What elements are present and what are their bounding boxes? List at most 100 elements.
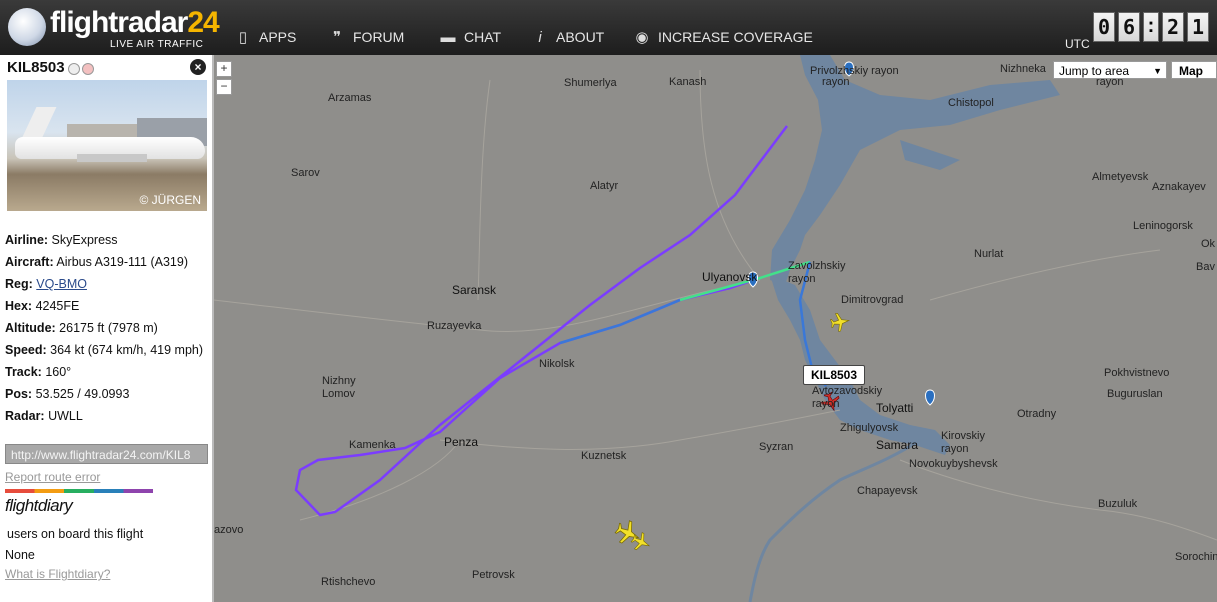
close-button[interactable]: ×	[190, 59, 206, 75]
city-label: Alatyr	[590, 180, 619, 192]
report-route-error-link[interactable]: Report route error	[5, 470, 100, 484]
flight-track-purple	[294, 125, 788, 517]
volga-river	[748, 438, 921, 602]
speed-row: Speed: 364 kt (674 km/h, 419 mph)	[5, 343, 204, 357]
city-label: Petrovsk	[472, 569, 515, 581]
city-label: Tolyatti	[876, 401, 914, 415]
city-label: Dimitrovgrad	[841, 294, 904, 306]
nav-about[interactable]: i ABOUT	[532, 28, 604, 46]
chat-bubble-icon: ▬	[440, 28, 456, 46]
track-row: Track: 160°	[5, 365, 72, 379]
city-label: Nizhneka	[1000, 63, 1046, 75]
city-label: Saransk	[452, 283, 497, 297]
city-label: Ok	[1201, 238, 1216, 250]
city-label: Sarov	[291, 167, 320, 179]
altitude-row: Altitude: 26175 ft (7978 m)	[5, 321, 158, 335]
airline-row: Airline: SkyExpress	[5, 233, 118, 247]
top-bar: flightradar24 LIVE AIR TRAFFIC ▯ APPS ❞ FO…	[0, 0, 1217, 56]
clock-separator: :	[1143, 12, 1159, 42]
zoom-in-button[interactable]: +	[216, 61, 232, 77]
city-label: Kuznetsk	[581, 450, 627, 462]
city-label: Zhigulyovsk	[840, 422, 899, 434]
city-label: Kamenka	[349, 439, 396, 451]
jump-to-area-select[interactable]: Jump to area ▼	[1053, 61, 1167, 79]
map-canvas	[214, 55, 1217, 602]
city-label: Ruzayevka	[427, 320, 482, 332]
city-label: Otradny	[1017, 408, 1057, 420]
nav-increase-coverage[interactable]: ◉ INCREASE COVERAGE	[634, 28, 812, 46]
aircraft-row: Aircraft: Airbus A319-111 (A319)	[5, 255, 188, 269]
pos-row: Pos: 53.525 / 49.0993	[5, 387, 130, 401]
city-label: Sorochin	[1175, 551, 1217, 563]
nav-apps[interactable]: ▯ APPS	[235, 28, 297, 46]
radar-row: Radar: UWLL	[5, 409, 83, 423]
map-type-button[interactable]: Map	[1171, 61, 1217, 79]
city-label: Nurlat	[974, 248, 1004, 260]
city-label: Pokhvistnevo	[1104, 367, 1170, 379]
reg-row: Reg: VQ-BMO	[5, 277, 87, 291]
flight-details: Airline: SkyExpress Aircraft: Airbus A31…	[5, 229, 210, 427]
zoom-out-button[interactable]: −	[216, 79, 232, 95]
quote-icon: ❞	[332, 29, 342, 46]
city-label: Ulyanovsk	[702, 270, 758, 284]
photo-tail	[21, 107, 57, 139]
logo-tagline: LIVE AIR TRAFFIC	[110, 39, 204, 50]
city-label: Arzamas	[328, 92, 372, 104]
flightdiary-none-text: None	[5, 548, 35, 562]
status-dot-icon	[68, 63, 80, 75]
selected-flight-label[interactable]: KIL8503	[803, 365, 866, 385]
flight-callsign: KIL8503	[7, 59, 65, 76]
city-label: Shumerlya	[564, 77, 617, 89]
nav-forum[interactable]: ❞ FORUM	[329, 28, 404, 46]
city-label: Chistopol	[948, 97, 994, 109]
aircraft-yellow-icon	[830, 312, 850, 332]
chevron-down-icon: ▼	[1153, 66, 1162, 76]
flight-info-panel: KIL8503 × © JÜRGEN Airline: SkyExpress A…	[0, 55, 214, 602]
photo-wing	[77, 154, 147, 162]
globe-icon	[8, 8, 46, 46]
clock-digit: 2	[1162, 12, 1184, 42]
color-stripe	[5, 489, 153, 493]
city-label: Bav	[1196, 261, 1215, 273]
clock-digit: 1	[1187, 12, 1209, 42]
city-label: Novokuybyshevsk	[909, 458, 998, 470]
kama-branch	[900, 140, 960, 170]
map-view[interactable]: Privolzhskiy rayon rayon Nizhneka rayon …	[214, 55, 1217, 602]
utc-clock: 0 6 : 2 1	[1093, 12, 1209, 42]
kuybyshev-reservoir	[770, 55, 1060, 285]
reg-link[interactable]: VQ-BMO	[36, 277, 87, 291]
city-label: Kanash	[669, 76, 707, 88]
city-label: Nizhny Lomov	[322, 375, 356, 400]
city-label: Kirovskiy rayon	[941, 430, 986, 455]
clock-digit: 0	[1093, 12, 1115, 42]
roads	[214, 69, 1217, 541]
logo-text: flightradar24	[50, 6, 220, 39]
flightdiary-logo: flightdiary	[5, 496, 73, 515]
flightradar24-logo[interactable]: flightradar24 LIVE AIR TRAFFIC	[6, 6, 220, 52]
nav-chat[interactable]: ▬ CHAT	[440, 28, 502, 46]
phone-icon: ▯	[238, 29, 248, 46]
city-label: Buguruslan	[1107, 388, 1163, 400]
city-label: azovo	[214, 524, 244, 536]
city-label: Zavolzhskiy rayon	[788, 260, 846, 285]
city-label: Aznakayev	[1152, 181, 1206, 193]
share-link-field[interactable]: http://www.flightradar24.com/KIL8	[5, 444, 208, 464]
airport-pin-icon	[925, 389, 935, 406]
utc-label: UTC	[1065, 37, 1090, 51]
city-label: Samara	[876, 438, 919, 452]
city-label: Nikolsk	[539, 358, 575, 370]
clock-digit: 6	[1118, 12, 1140, 42]
photo-credit: © JÜRGEN	[139, 193, 201, 207]
zoom-controls: + −	[216, 61, 232, 97]
flight-track-blue	[559, 298, 681, 345]
aircraft-photo[interactable]: © JÜRGEN	[7, 80, 207, 211]
flightdiary-users-text: users on board this flight	[7, 527, 144, 541]
city-label: Chapayevsk	[857, 485, 918, 497]
info-icon: i	[538, 28, 542, 46]
city-label: Almetyevsk	[1092, 171, 1149, 183]
status-dot-red-icon	[82, 63, 94, 75]
city-label: Rtishchevo	[321, 576, 376, 588]
hex-row: Hex: 4245FE	[5, 299, 80, 313]
what-is-flightdiary-link[interactable]: What is Flightdiary?	[5, 567, 110, 581]
city-label: rayon	[822, 76, 850, 88]
